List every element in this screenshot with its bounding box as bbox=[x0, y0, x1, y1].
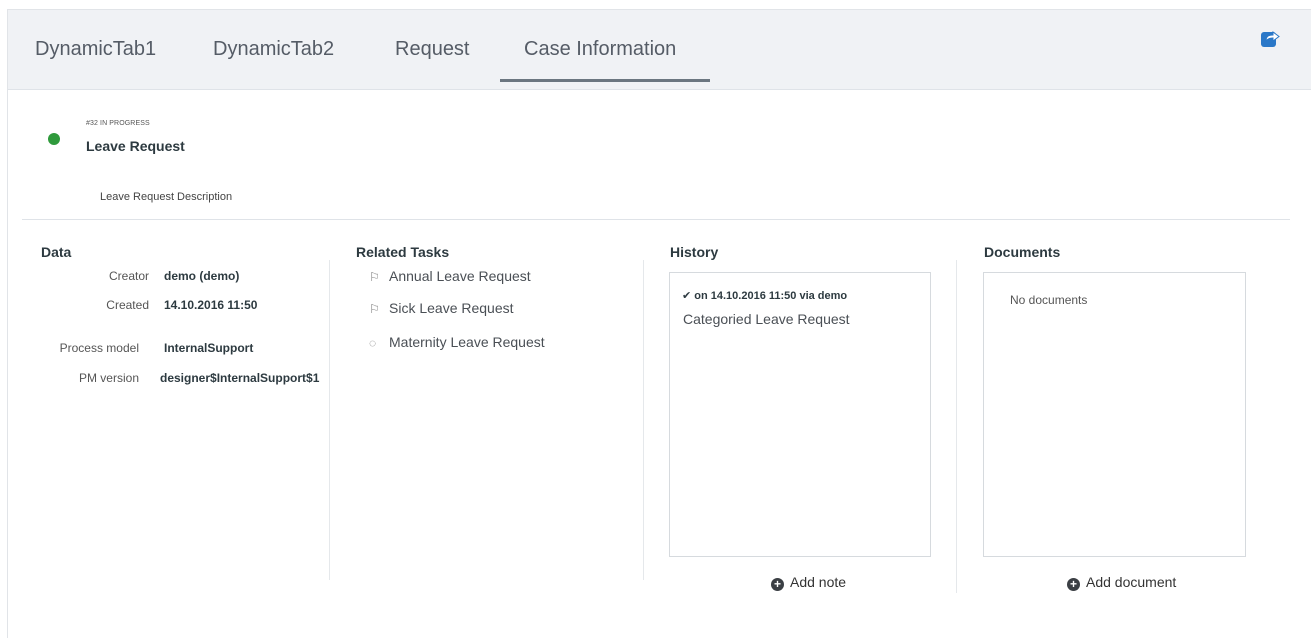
related-task-item[interactable]: ◌ Maternity Leave Request bbox=[369, 334, 545, 350]
process-model-value: InternalSupport bbox=[164, 341, 254, 355]
process-model-label: Process model bbox=[59, 341, 139, 355]
tab-bar: DynamicTab1 DynamicTab2 Request Case Inf… bbox=[8, 10, 1311, 90]
tab-request[interactable]: Request bbox=[395, 38, 470, 61]
documents-box: No documents bbox=[983, 272, 1246, 557]
creator-label: Creator bbox=[108, 269, 149, 283]
no-documents-text: No documents bbox=[1010, 293, 1088, 307]
history-title: History bbox=[670, 244, 719, 260]
related-task-item[interactable]: ⚐ Sick Leave Request bbox=[369, 300, 514, 316]
history-entry-header: ✔ on 14.10.2016 11:50 via demo bbox=[682, 290, 848, 302]
spinner-icon: ◌ bbox=[369, 336, 377, 350]
plus-circle-icon: + bbox=[771, 578, 784, 591]
task-label: Maternity Leave Request bbox=[389, 334, 545, 350]
case-title: Leave Request bbox=[86, 138, 185, 154]
active-tab-indicator bbox=[500, 79, 710, 82]
add-document-label: Add document bbox=[1086, 574, 1177, 590]
task-label: Sick Leave Request bbox=[389, 300, 514, 316]
column-divider bbox=[329, 260, 330, 580]
documents-title: Documents bbox=[984, 244, 1061, 260]
task-label: Annual Leave Request bbox=[389, 268, 531, 284]
history-entry-text: Categoried Leave Request bbox=[683, 311, 850, 327]
creator-value: demo (demo) bbox=[164, 269, 240, 283]
history-box: ✔ on 14.10.2016 11:50 via demo Categorie… bbox=[669, 272, 931, 557]
related-task-item[interactable]: ⚐ Annual Leave Request bbox=[369, 268, 531, 284]
case-id-status: #32 IN PROGRESS bbox=[86, 120, 150, 127]
case-details-panel: DynamicTab1 DynamicTab2 Request Case Inf… bbox=[7, 9, 1311, 638]
flag-icon: ⚐ bbox=[369, 270, 380, 284]
flag-icon: ⚐ bbox=[369, 302, 380, 316]
tab-case-information[interactable]: Case Information bbox=[524, 38, 676, 61]
created-label: Created bbox=[106, 298, 149, 312]
pm-version-label: PM version bbox=[78, 371, 139, 385]
header-divider bbox=[22, 219, 1290, 220]
case-description: Leave Request Description bbox=[100, 191, 233, 203]
add-note-button[interactable]: + Add note bbox=[771, 574, 846, 591]
add-document-button[interactable]: + Add document bbox=[1067, 574, 1176, 591]
created-value: 14.10.2016 11:50 bbox=[164, 298, 258, 312]
column-divider bbox=[956, 260, 957, 593]
plus-circle-icon: + bbox=[1067, 578, 1080, 591]
data-section-title: Data bbox=[41, 244, 72, 260]
column-divider bbox=[643, 260, 644, 580]
tab-dynamictab2[interactable]: DynamicTab2 bbox=[213, 38, 334, 61]
pm-version-value: designer$InternalSupport$1 bbox=[160, 371, 320, 385]
add-note-label: Add note bbox=[790, 574, 847, 590]
tab-dynamictab1[interactable]: DynamicTab1 bbox=[35, 38, 156, 61]
status-indicator bbox=[48, 133, 60, 145]
related-tasks-title: Related Tasks bbox=[356, 244, 450, 260]
share-icon[interactable] bbox=[1260, 28, 1280, 48]
